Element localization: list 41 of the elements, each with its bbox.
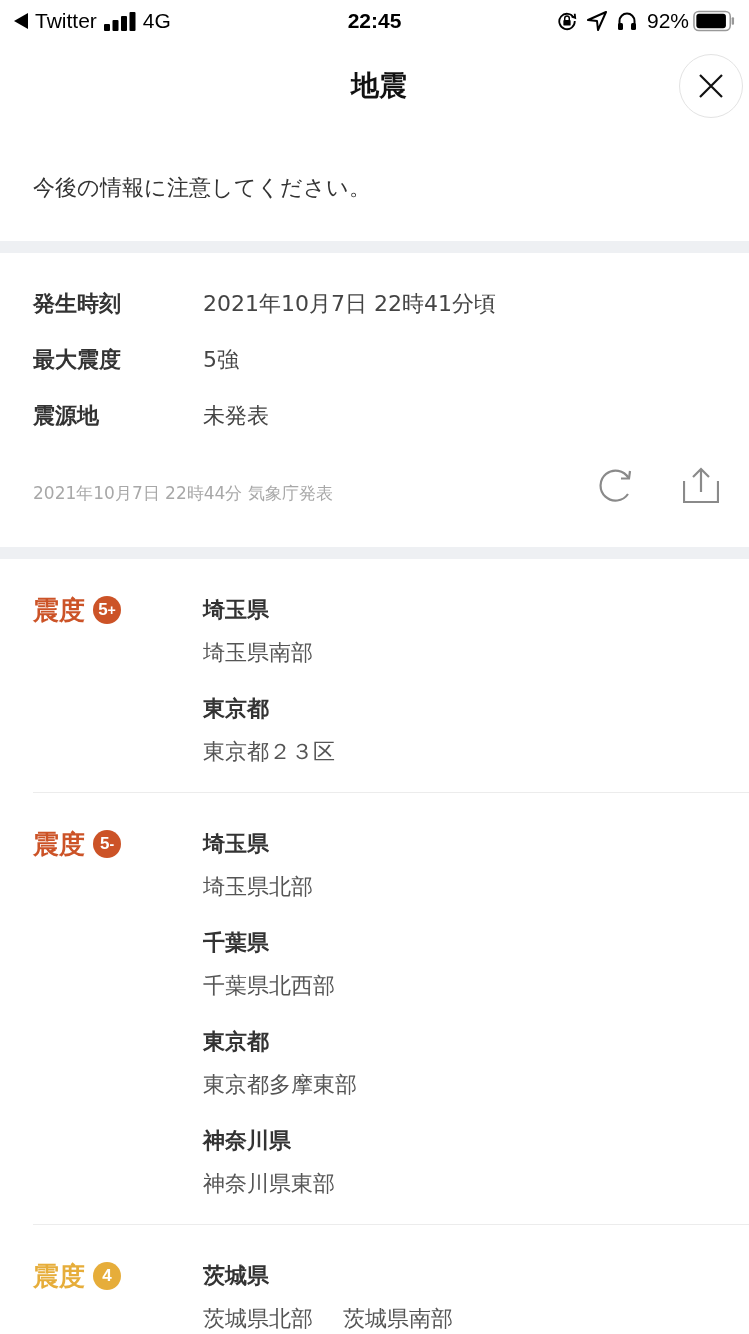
close-icon bbox=[699, 74, 723, 98]
area-name: 埼玉県北部 bbox=[203, 873, 313, 901]
headphones-icon bbox=[616, 11, 637, 31]
area-name: 東京都多摩東部 bbox=[203, 1071, 357, 1099]
page-title: 地震 bbox=[350, 68, 407, 104]
battery-icon bbox=[693, 10, 735, 32]
prefecture-name: 埼玉県 bbox=[203, 596, 269, 624]
intensity-label: 震度 bbox=[33, 829, 85, 859]
info-label: 震源地 bbox=[33, 402, 99, 430]
area-name: 神奈川県東部 bbox=[203, 1170, 335, 1198]
info-label: 最大震度 bbox=[33, 346, 121, 374]
intensity-badge: 4 bbox=[93, 1262, 121, 1290]
prefecture-name: 埼玉県 bbox=[203, 830, 269, 858]
area-name: 千葉県北西部 bbox=[203, 972, 335, 1000]
info-value: 未発表 bbox=[203, 402, 269, 430]
prefecture-name: 茨城県 bbox=[203, 1262, 269, 1290]
prefecture-name: 千葉県 bbox=[203, 929, 269, 957]
intensity-label: 震度 bbox=[33, 1261, 85, 1291]
notice-text: 今後の情報に注意してください。 bbox=[33, 175, 371, 200]
refresh-icon[interactable] bbox=[597, 469, 633, 503]
info-label: 発生時刻 bbox=[33, 290, 121, 318]
network-type: 4G bbox=[142, 9, 171, 33]
prefecture-name: 東京都 bbox=[203, 695, 269, 723]
info-value: 5強 bbox=[203, 346, 239, 374]
location-arrow-icon bbox=[586, 11, 607, 31]
prefecture-name: 東京都 bbox=[203, 1028, 269, 1056]
area-name: 茨城県南部 bbox=[343, 1305, 453, 1333]
issued-timestamp: 2021年10月7日 22時44分 気象庁発表 bbox=[33, 481, 334, 505]
intensity-label: 震度 bbox=[33, 595, 85, 625]
area-name: 埼玉県南部 bbox=[203, 639, 313, 667]
share-icon[interactable] bbox=[683, 467, 719, 503]
back-app-label[interactable]: Twitter bbox=[35, 9, 97, 33]
battery-percent: 92% bbox=[646, 9, 689, 33]
area-name: 茨城県北部 bbox=[203, 1305, 313, 1333]
orientation-lock-icon bbox=[556, 11, 577, 31]
signal-bars-icon bbox=[103, 11, 136, 31]
prefecture-name: 神奈川県 bbox=[203, 1127, 291, 1155]
status-time: 22:45 bbox=[347, 9, 402, 33]
area-name: 東京都２３区 bbox=[203, 738, 335, 766]
info-value: 2021年10月7日 22時41分頃 bbox=[203, 290, 496, 318]
back-arrow-icon[interactable] bbox=[14, 13, 28, 29]
